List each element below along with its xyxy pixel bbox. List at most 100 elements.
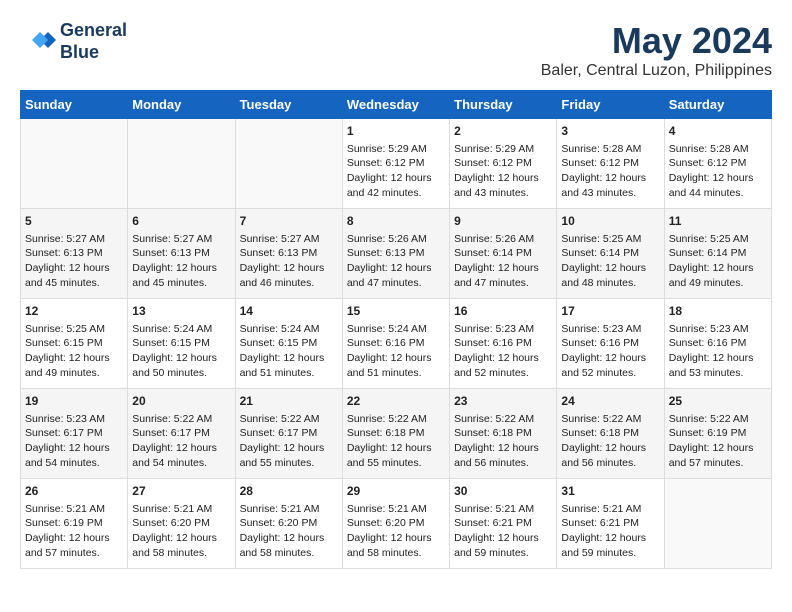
- day-info-line: Sunrise: 5:22 AM: [132, 412, 230, 427]
- day-number: 28: [240, 483, 338, 500]
- day-info-line: Sunset: 6:13 PM: [132, 246, 230, 261]
- calendar-day-cell: 25Sunrise: 5:22 AMSunset: 6:19 PMDayligh…: [664, 389, 771, 479]
- calendar-day-cell: 29Sunrise: 5:21 AMSunset: 6:20 PMDayligh…: [342, 479, 449, 569]
- calendar-day-cell: 18Sunrise: 5:23 AMSunset: 6:16 PMDayligh…: [664, 299, 771, 389]
- day-info-line: Sunrise: 5:24 AM: [347, 322, 445, 337]
- day-number: 12: [25, 303, 123, 320]
- day-number: 16: [454, 303, 552, 320]
- empty-cell: [664, 479, 771, 569]
- day-info-line: and 54 minutes.: [132, 456, 230, 471]
- day-number: 11: [669, 213, 767, 230]
- day-info-line: Sunrise: 5:22 AM: [347, 412, 445, 427]
- calendar-day-cell: 11Sunrise: 5:25 AMSunset: 6:14 PMDayligh…: [664, 209, 771, 299]
- day-info-line: Sunset: 6:20 PM: [240, 516, 338, 531]
- logo-icon: [20, 24, 56, 60]
- day-info-line: and 57 minutes.: [25, 546, 123, 561]
- column-header-thursday: Thursday: [450, 91, 557, 119]
- calendar-week-row: 19Sunrise: 5:23 AMSunset: 6:17 PMDayligh…: [21, 389, 772, 479]
- day-info-line: Daylight: 12 hours: [454, 441, 552, 456]
- day-number: 4: [669, 123, 767, 140]
- day-info-line: Sunset: 6:17 PM: [240, 426, 338, 441]
- calendar-day-cell: 6Sunrise: 5:27 AMSunset: 6:13 PMDaylight…: [128, 209, 235, 299]
- logo-text: General Blue: [60, 20, 127, 63]
- day-info-line: Daylight: 12 hours: [454, 351, 552, 366]
- calendar-day-cell: 23Sunrise: 5:22 AMSunset: 6:18 PMDayligh…: [450, 389, 557, 479]
- day-info-line: Sunrise: 5:22 AM: [240, 412, 338, 427]
- day-info-line: Daylight: 12 hours: [347, 351, 445, 366]
- subtitle: Baler, Central Luzon, Philippines: [541, 62, 772, 80]
- day-info-line: Sunset: 6:21 PM: [454, 516, 552, 531]
- day-info-line: Daylight: 12 hours: [669, 261, 767, 276]
- day-number: 26: [25, 483, 123, 500]
- day-number: 17: [561, 303, 659, 320]
- day-info-line: Sunset: 6:12 PM: [454, 156, 552, 171]
- day-info-line: Sunset: 6:16 PM: [561, 336, 659, 351]
- day-info-line: Sunrise: 5:26 AM: [347, 232, 445, 247]
- calendar-day-cell: 9Sunrise: 5:26 AMSunset: 6:14 PMDaylight…: [450, 209, 557, 299]
- day-number: 14: [240, 303, 338, 320]
- calendar-week-row: 1Sunrise: 5:29 AMSunset: 6:12 PMDaylight…: [21, 119, 772, 209]
- day-info-line: Daylight: 12 hours: [347, 171, 445, 186]
- day-info-line: Daylight: 12 hours: [669, 171, 767, 186]
- day-info-line: and 51 minutes.: [347, 366, 445, 381]
- day-info-line: and 50 minutes.: [132, 366, 230, 381]
- calendar-day-cell: 28Sunrise: 5:21 AMSunset: 6:20 PMDayligh…: [235, 479, 342, 569]
- day-info-line: Sunrise: 5:22 AM: [669, 412, 767, 427]
- day-info-line: Sunset: 6:13 PM: [240, 246, 338, 261]
- day-info-line: and 58 minutes.: [240, 546, 338, 561]
- day-info-line: Sunrise: 5:29 AM: [347, 142, 445, 157]
- calendar-day-cell: 27Sunrise: 5:21 AMSunset: 6:20 PMDayligh…: [128, 479, 235, 569]
- day-number: 13: [132, 303, 230, 320]
- logo: General Blue: [20, 20, 127, 63]
- day-info-line: Sunrise: 5:21 AM: [454, 502, 552, 517]
- day-info-line: Sunrise: 5:26 AM: [454, 232, 552, 247]
- calendar-day-cell: 4Sunrise: 5:28 AMSunset: 6:12 PMDaylight…: [664, 119, 771, 209]
- day-info-line: Sunrise: 5:23 AM: [25, 412, 123, 427]
- day-info-line: and 47 minutes.: [347, 276, 445, 291]
- day-number: 20: [132, 393, 230, 410]
- main-title: May 2024: [541, 20, 772, 62]
- calendar-day-cell: 3Sunrise: 5:28 AMSunset: 6:12 PMDaylight…: [557, 119, 664, 209]
- day-info-line: Sunset: 6:14 PM: [561, 246, 659, 261]
- day-info-line: and 56 minutes.: [454, 456, 552, 471]
- day-info-line: and 45 minutes.: [25, 276, 123, 291]
- day-info-line: Daylight: 12 hours: [132, 441, 230, 456]
- day-number: 5: [25, 213, 123, 230]
- day-info-line: and 49 minutes.: [669, 276, 767, 291]
- day-info-line: and 56 minutes.: [561, 456, 659, 471]
- day-info-line: Daylight: 12 hours: [132, 351, 230, 366]
- day-info-line: Daylight: 12 hours: [669, 351, 767, 366]
- day-info-line: and 48 minutes.: [561, 276, 659, 291]
- calendar-day-cell: 21Sunrise: 5:22 AMSunset: 6:17 PMDayligh…: [235, 389, 342, 479]
- day-info-line: Daylight: 12 hours: [561, 261, 659, 276]
- day-number: 31: [561, 483, 659, 500]
- day-info-line: and 55 minutes.: [347, 456, 445, 471]
- day-info-line: and 55 minutes.: [240, 456, 338, 471]
- day-info-line: Daylight: 12 hours: [347, 441, 445, 456]
- column-header-sunday: Sunday: [21, 91, 128, 119]
- day-info-line: and 47 minutes.: [454, 276, 552, 291]
- day-info-line: and 46 minutes.: [240, 276, 338, 291]
- empty-cell: [21, 119, 128, 209]
- calendar-day-cell: 31Sunrise: 5:21 AMSunset: 6:21 PMDayligh…: [557, 479, 664, 569]
- day-info-line: and 58 minutes.: [132, 546, 230, 561]
- day-info-line: Sunrise: 5:23 AM: [454, 322, 552, 337]
- day-number: 7: [240, 213, 338, 230]
- day-info-line: Sunset: 6:15 PM: [25, 336, 123, 351]
- day-number: 18: [669, 303, 767, 320]
- day-info-line: and 43 minutes.: [561, 186, 659, 201]
- day-info-line: Sunrise: 5:27 AM: [240, 232, 338, 247]
- day-info-line: Sunrise: 5:21 AM: [347, 502, 445, 517]
- day-info-line: and 51 minutes.: [240, 366, 338, 381]
- day-number: 15: [347, 303, 445, 320]
- day-number: 9: [454, 213, 552, 230]
- calendar-day-cell: 26Sunrise: 5:21 AMSunset: 6:19 PMDayligh…: [21, 479, 128, 569]
- column-header-monday: Monday: [128, 91, 235, 119]
- calendar-day-cell: 22Sunrise: 5:22 AMSunset: 6:18 PMDayligh…: [342, 389, 449, 479]
- day-info-line: Sunset: 6:18 PM: [561, 426, 659, 441]
- day-info-line: Sunrise: 5:22 AM: [454, 412, 552, 427]
- day-info-line: Sunset: 6:15 PM: [132, 336, 230, 351]
- day-info-line: Sunrise: 5:22 AM: [561, 412, 659, 427]
- day-info-line: and 44 minutes.: [669, 186, 767, 201]
- empty-cell: [128, 119, 235, 209]
